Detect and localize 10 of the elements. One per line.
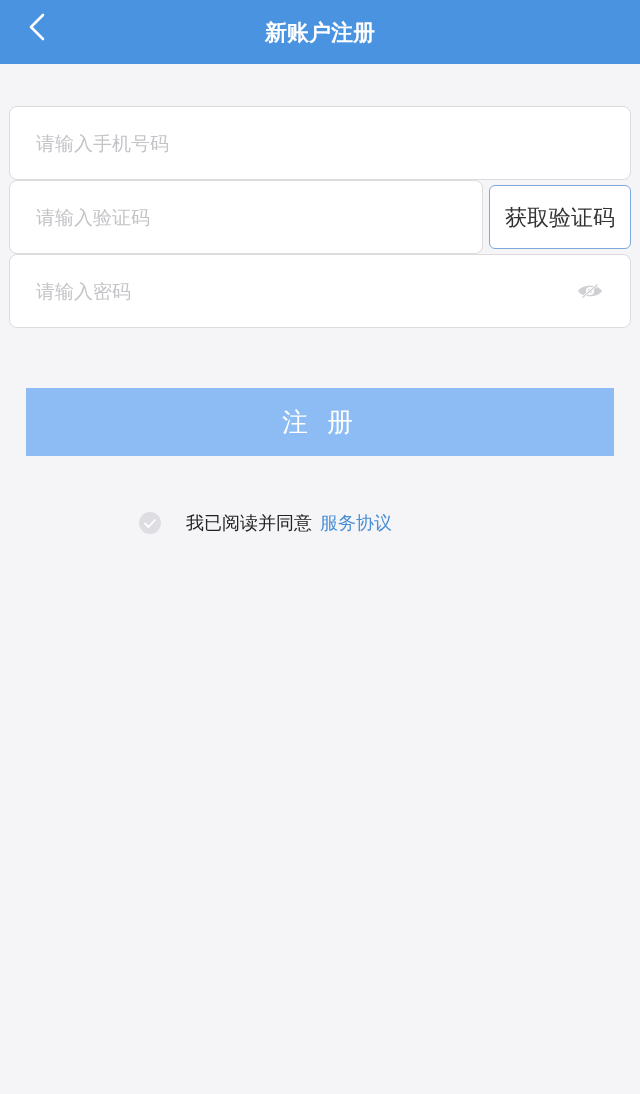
hidden-eye-icon[interactable] [577, 282, 603, 300]
checkbox[interactable] [139, 511, 161, 534]
code-input-field[interactable]: 请输入验证码 [9, 180, 483, 254]
service-agreement-link[interactable]: 服务协议 [320, 509, 392, 536]
phone-input-field[interactable]: 请输入手机号码 [9, 106, 631, 180]
back-icon[interactable] [28, 13, 46, 41]
get-code-button[interactable]: 获取验证码 [489, 185, 631, 249]
agreement-text: 我已阅读并同意 [186, 511, 312, 535]
password-input-field[interactable]: 请输入密码 [9, 254, 631, 328]
page-title: 新账户注册 [265, 18, 375, 47]
